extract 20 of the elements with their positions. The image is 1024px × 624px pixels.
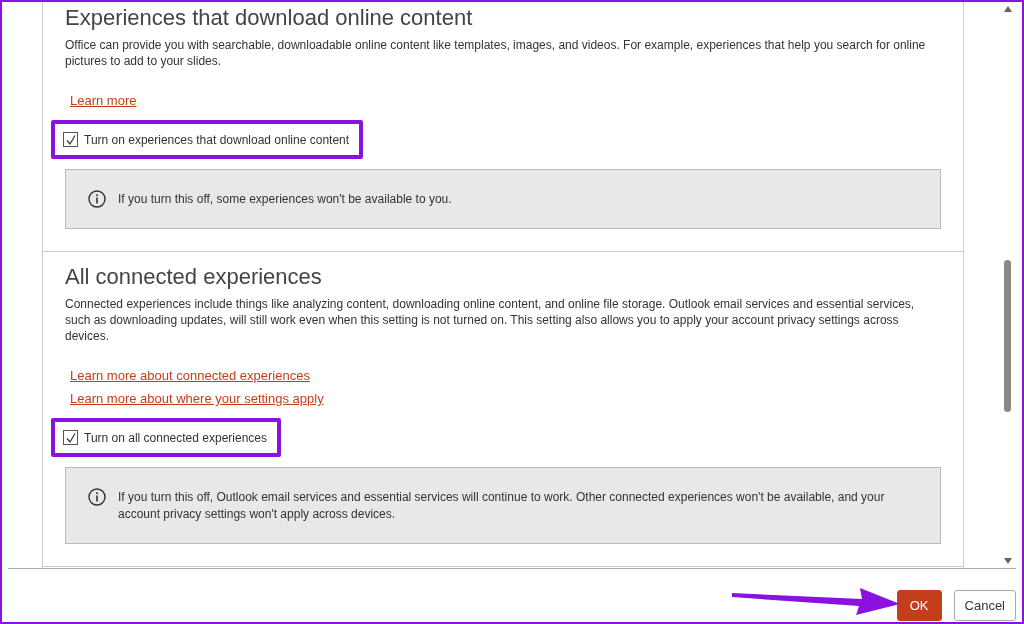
checkbox-label: Turn on all connected experiences [84, 430, 267, 445]
checkbox-label: Turn on experiences that download online content [84, 132, 350, 147]
section-description: Connected experiences include things like analyzing content, downloading online content, and online file storage. Outlook email services and essential services, such as downloading updates, will still work even when this setting is not turned on. This setting also allows you to apply your account privacy settings across devices. [65, 296, 916, 344]
scrollbar-thumb[interactable] [1004, 260, 1011, 412]
info-icon [88, 488, 106, 506]
learn-more-link[interactable]: Learn more about connected experiences [70, 368, 310, 383]
info-text: If you turn this off, Outlook email services and essential services will continue to work. Other connected experiences won't be available, and your account privacy settings won't apply across devices. [118, 489, 886, 523]
section-description: Office can provide you with searchable, downloadable online content like templates, images, and videos. For example, experiences that help you search for online pictures to add to your slides. [65, 37, 927, 69]
learn-more-link[interactable]: Learn more about where your settings apply [70, 391, 324, 406]
checkbox[interactable] [63, 430, 78, 445]
checkbox[interactable] [63, 132, 78, 147]
section-heading: All connected experiences [65, 264, 323, 290]
section-heading: Experiences that download online content [65, 5, 474, 31]
info-text: If you turn this off, some experiences won't be available to you. [118, 191, 452, 208]
ok-button[interactable]: OK [896, 590, 942, 621]
cancel-button[interactable]: Cancel [953, 590, 1016, 621]
scroll-up-icon[interactable] [1004, 6, 1012, 12]
scroll-down-icon[interactable] [1004, 558, 1012, 564]
learn-more-link[interactable]: Learn more [70, 93, 137, 108]
info-icon [88, 190, 106, 208]
